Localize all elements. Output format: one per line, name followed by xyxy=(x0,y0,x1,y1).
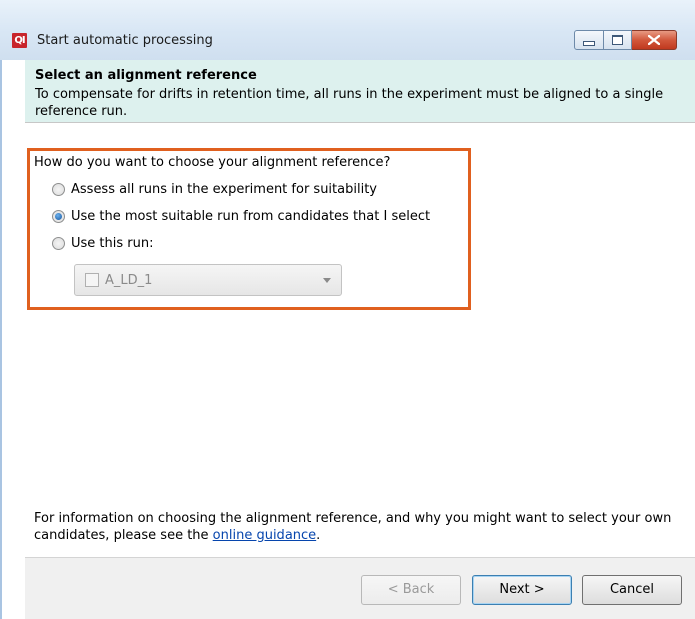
back-button[interactable]: < Back xyxy=(361,575,461,605)
left-margin xyxy=(0,60,25,619)
radio-assess-all[interactable] xyxy=(52,182,65,196)
next-button[interactable]: Next > xyxy=(472,575,572,605)
option-label: Use the most suitable run from candidate… xyxy=(71,208,431,224)
maximize-icon xyxy=(612,35,623,45)
option-select-candidates[interactable]: Use the most suitable run from candidate… xyxy=(52,207,430,225)
chevron-down-icon xyxy=(323,278,331,283)
window-title: Start automatic processing xyxy=(37,33,213,48)
header-description: To compensate for drifts in retention ti… xyxy=(35,87,664,119)
radio-select-candidates[interactable] xyxy=(52,209,65,223)
option-label: Use this run: xyxy=(71,235,154,251)
cancel-button[interactable]: Cancel xyxy=(582,575,682,605)
option-use-this-run[interactable]: Use this run: xyxy=(52,234,153,252)
run-checkbox[interactable] xyxy=(85,273,99,287)
run-dropdown[interactable]: A_LD_1 xyxy=(74,264,342,296)
close-icon xyxy=(648,35,660,45)
wizard-header: Select an alignment reference To compens… xyxy=(25,60,695,122)
online-guidance-link[interactable]: online guidance xyxy=(213,528,317,543)
run-dropdown-value: A_LD_1 xyxy=(105,273,153,288)
close-button[interactable] xyxy=(632,30,677,50)
dialog-window: QI Start automatic processing Select an … xyxy=(0,0,695,619)
option-label: Assess all runs in the experiment for su… xyxy=(71,181,377,197)
option-assess-all[interactable]: Assess all runs in the experiment for su… xyxy=(52,180,377,198)
alignment-question: How do you want to choose your alignment… xyxy=(34,155,391,170)
info-text-end: . xyxy=(316,528,321,543)
info-text: For information on choosing the alignmen… xyxy=(34,510,674,544)
info-text-body: For information on choosing the alignmen… xyxy=(34,511,672,543)
header-title: Select an alignment reference xyxy=(35,68,257,83)
minimize-button[interactable] xyxy=(574,30,604,50)
app-logo-icon: QI xyxy=(12,33,27,48)
left-border xyxy=(0,60,2,619)
maximize-button[interactable] xyxy=(604,30,632,50)
title-bar[interactable]: QI Start automatic processing xyxy=(0,0,695,60)
window-controls xyxy=(574,30,677,50)
header-divider xyxy=(25,122,695,123)
minimize-icon xyxy=(583,40,595,46)
radio-use-this-run[interactable] xyxy=(52,236,65,250)
